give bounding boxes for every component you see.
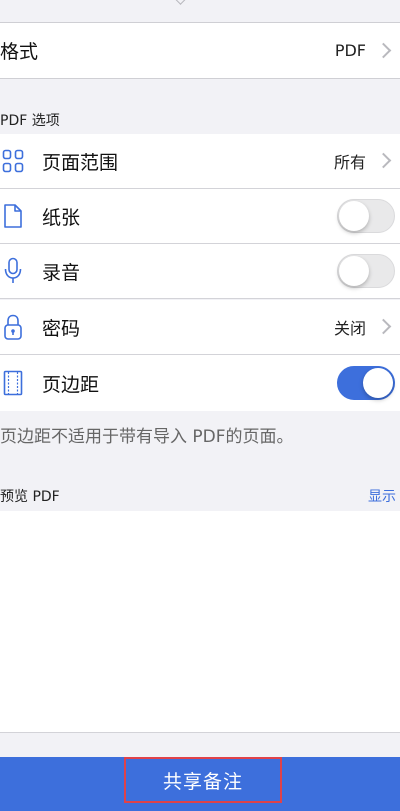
page-range-label: 页面范围: [42, 151, 119, 174]
page-range-row[interactable]: 页面范围 所有: [0, 134, 400, 189]
password-row[interactable]: 密码 关闭: [0, 300, 400, 355]
top-strip: [0, 0, 400, 23]
format-value: PDF: [334, 41, 366, 60]
recording-row: 录音: [0, 244, 400, 299]
toggle-knob: [339, 201, 369, 231]
recording-label: 录音: [42, 261, 81, 284]
export-settings-screen: 格式 PDF PDF 选项 页面范围 所有 纸张 录音 密码 关闭 页边距 页边…: [0, 0, 400, 811]
margins-label: 页边距: [42, 373, 100, 396]
toggle-knob: [339, 256, 369, 286]
chevron-right-icon: [375, 42, 392, 58]
partial-chevron: [174, 0, 187, 5]
preview-area: [0, 511, 400, 733]
password-value: 关闭: [333, 319, 366, 338]
paper-label: 纸张: [42, 206, 81, 229]
password-label: 密码: [42, 317, 81, 340]
chevron-right-icon: [375, 152, 392, 169]
paper-row: 纸张: [0, 189, 400, 244]
microphone-icon: [2, 257, 24, 285]
paper-toggle[interactable]: [337, 199, 395, 233]
format-row[interactable]: 格式 PDF: [0, 23, 400, 79]
preview-label: 预览 PDF: [0, 489, 60, 505]
lock-icon: [2, 313, 24, 341]
page-icon: [2, 202, 24, 230]
page-range-value: 所有: [333, 153, 366, 172]
grid-icon: [2, 147, 24, 175]
recording-toggle[interactable]: [337, 254, 395, 288]
margins-row: 页边距: [0, 355, 400, 411]
margins-toggle[interactable]: [337, 366, 395, 400]
pdf-options-header: PDF 选项: [0, 113, 60, 129]
share-note-button[interactable]: 共享备注: [124, 757, 282, 803]
preview-show-link[interactable]: 显示: [368, 486, 396, 506]
chevron-right-icon: [375, 318, 392, 335]
format-label: 格式: [0, 41, 39, 63]
toggle-knob: [363, 368, 393, 398]
margins-footnote: 页边距不适用于带有导入 PDF的页面。: [0, 427, 294, 447]
margin-icon: [2, 369, 24, 397]
